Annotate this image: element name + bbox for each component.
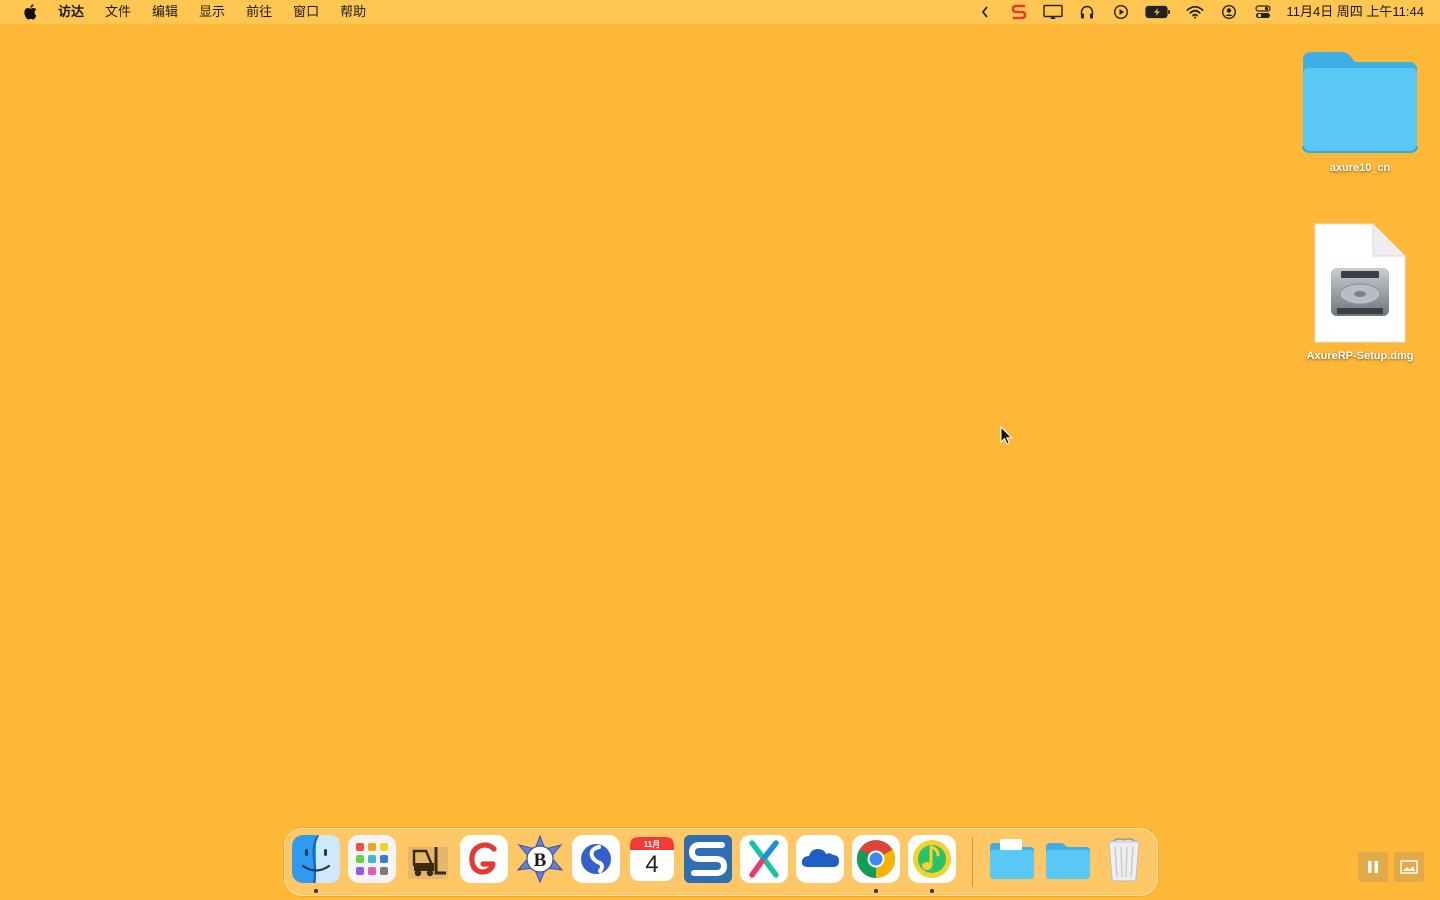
calendar-day: 4 xyxy=(645,851,659,878)
pause-button[interactable] xyxy=(1358,852,1388,882)
headphones-icon[interactable] xyxy=(1076,3,1098,21)
dock-trash-icon[interactable] xyxy=(1100,835,1148,883)
dock-axure-icon[interactable] xyxy=(740,835,788,883)
user-icon[interactable] xyxy=(1218,3,1240,21)
menu-bar-left: 访达 文件 编辑 显示 前往 窗口 帮助 xyxy=(0,0,387,24)
menu-help[interactable]: 帮助 xyxy=(340,0,366,24)
dock-separator xyxy=(972,837,973,887)
menu-bar-right: 11月4日 周四 上午11:44 xyxy=(962,0,1440,24)
menu-window[interactable]: 窗口 xyxy=(293,0,319,24)
control-center-icon[interactable] xyxy=(1252,3,1274,21)
dock-wps-icon[interactable] xyxy=(460,835,508,883)
dock-scrivener-icon[interactable] xyxy=(684,835,732,883)
dock-bbedit-icon[interactable]: B xyxy=(516,834,564,884)
calendar-month: 11月 xyxy=(643,840,661,849)
dock-calendar-icon[interactable]: 11月 4 xyxy=(628,835,676,883)
desktop-file-axurerp-setup-dmg[interactable]: AxureRP-Setup.dmg xyxy=(1290,222,1430,362)
menu-go[interactable]: 前往 xyxy=(246,0,272,24)
dock-chrome-icon[interactable] xyxy=(852,835,900,883)
desktop-folder-axure10-cn[interactable]: axure10_cn xyxy=(1290,48,1430,174)
running-indicator xyxy=(930,889,934,893)
dock-launchpad-icon[interactable] xyxy=(348,835,396,883)
menu-edit[interactable]: 编辑 xyxy=(152,0,178,24)
dock-finder-icon[interactable] xyxy=(292,834,340,884)
menu-clock[interactable]: 11月4日 周四 上午11:44 xyxy=(1286,0,1424,24)
dock-onedrive-icon[interactable] xyxy=(796,835,844,883)
chevron-left-icon[interactable] xyxy=(974,3,996,21)
dock: B 11月 4 xyxy=(284,828,1158,896)
pause-icon xyxy=(1368,861,1378,873)
disk-image-icon xyxy=(1314,223,1406,343)
dock-documents-folder-icon[interactable] xyxy=(988,835,1036,883)
play-icon[interactable] xyxy=(1110,3,1132,21)
dock-folder-icon[interactable] xyxy=(1044,835,1092,883)
running-indicator xyxy=(314,889,318,893)
menu-bar: 访达 文件 编辑 显示 前往 窗口 帮助 11月4日 周四 上午11:44 xyxy=(0,0,1440,24)
battery-icon[interactable] xyxy=(1144,3,1172,21)
folder-icon xyxy=(1302,52,1418,153)
desktop-item-label: axure10_cn xyxy=(1329,162,1391,174)
dock-forklift-icon[interactable] xyxy=(404,835,452,883)
dock-simplenote-icon[interactable] xyxy=(572,835,620,883)
dock-qq-music-icon[interactable] xyxy=(908,835,956,883)
s-app-icon[interactable] xyxy=(1008,3,1030,21)
menu-view[interactable]: 显示 xyxy=(199,0,225,24)
menu-app-name[interactable]: 访达 xyxy=(58,0,84,24)
svg-text:B: B xyxy=(534,850,547,871)
display-icon[interactable] xyxy=(1042,3,1064,21)
picture-in-picture-button[interactable] xyxy=(1394,852,1424,882)
running-indicator xyxy=(874,889,878,893)
wifi-icon[interactable] xyxy=(1184,3,1206,21)
menu-file[interactable]: 文件 xyxy=(105,0,131,24)
picture-icon xyxy=(1400,860,1418,874)
desktop-item-label: AxureRP-Setup.dmg xyxy=(1306,350,1414,362)
apple-menu-icon[interactable] xyxy=(20,2,40,22)
mouse-cursor-icon xyxy=(1000,426,1013,445)
